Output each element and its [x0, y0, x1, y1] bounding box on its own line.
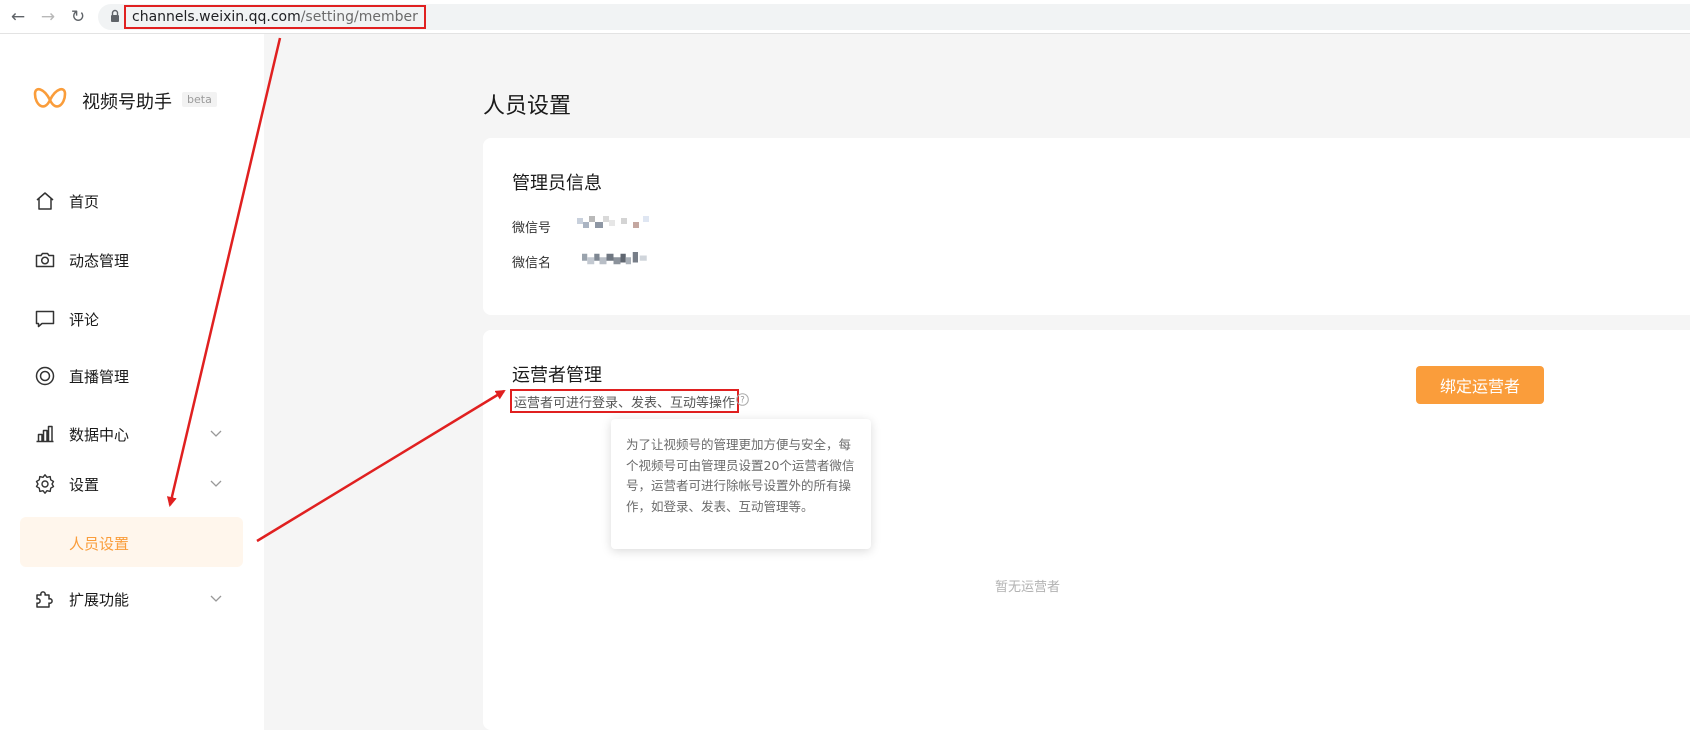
sidebar-item-home[interactable]: 首页	[0, 181, 264, 221]
admin-card-title: 管理员信息	[512, 173, 602, 194]
wechat-id-pixelated	[577, 216, 649, 228]
empty-state-text: 暂无运营者	[995, 580, 1061, 595]
admin-info-card: 管理员信息 微信号 微信名	[483, 138, 1690, 315]
sidebar-item-extensions[interactable]: 扩展功能	[0, 579, 264, 619]
operator-description: 运营者可进行登录、发表、互动等操作	[510, 389, 740, 413]
page-title: 人员设置	[483, 94, 572, 119]
sidebar-item-member-settings[interactable]: 人员设置	[20, 517, 243, 567]
svg-text:?: ?	[740, 396, 745, 406]
home-icon	[36, 192, 54, 210]
chevron-down-icon	[210, 430, 222, 437]
chevron-down-icon	[210, 595, 222, 602]
sidebar-item-posts[interactable]: 动态管理	[0, 240, 264, 280]
sidebar-item-label: 设置	[69, 476, 100, 494]
operator-management-card: 运营者管理 运营者可进行登录、发表、互动等操作 ? 为了让视频号的管理更加方便与…	[483, 330, 1690, 730]
url-text[interactable]: channels.weixin.qq.com/setting/member	[124, 5, 426, 29]
sidebar-item-label: 首页	[69, 193, 100, 211]
browser-toolbar: ← → ↻ channels.weixin.qq.com/setting/mem…	[0, 0, 1690, 34]
wechat-name-pixelated	[582, 252, 647, 265]
url-host: channels.weixin.qq.com	[132, 9, 301, 25]
sidebar-item-label: 扩展功能	[69, 591, 130, 609]
annotation-arrow-right	[256, 389, 506, 543]
chevron-down-icon	[210, 480, 222, 487]
help-tooltip: 为了让视频号的管理更加方便与安全，每个视频号可由管理员设置20个运营者微信号，运…	[611, 419, 871, 549]
sidebar-item-data-center[interactable]: 数据中心	[0, 414, 264, 454]
camera-icon	[35, 252, 55, 268]
beta-badge: beta	[182, 92, 217, 107]
channels-logo-icon	[33, 87, 67, 108]
back-icon[interactable]: ←	[7, 6, 29, 28]
bind-operator-button[interactable]: 绑定运营者	[1416, 366, 1544, 404]
wechat-id-label: 微信号	[512, 221, 552, 236]
url-path: /setting/member	[300, 9, 418, 25]
sidebar-item-live[interactable]: 直播管理	[0, 356, 264, 396]
wechat-name-label: 微信名	[512, 256, 552, 271]
lock-icon	[111, 9, 119, 22]
operator-card-title: 运营者管理	[512, 365, 602, 386]
gear-icon	[35, 474, 55, 494]
live-icon	[35, 366, 55, 386]
sidebar-item-label: 动态管理	[69, 252, 130, 270]
sidebar-item-comments[interactable]: 评论	[0, 299, 264, 339]
brand-name: 视频号助手	[82, 92, 172, 113]
sidebar-item-label: 评论	[69, 311, 100, 329]
forward-icon[interactable]: →	[37, 6, 59, 28]
tooltip-text: 为了让视频号的管理更加方便与安全，每个视频号可由管理员设置20个运营者微信号，运…	[626, 437, 855, 514]
sidebar-item-settings[interactable]: 设置	[0, 464, 264, 504]
reload-icon[interactable]: ↻	[67, 6, 89, 28]
question-icon[interactable]: ?	[736, 393, 749, 406]
sidebar-item-label: 直播管理	[69, 368, 130, 386]
sidebar-item-label: 数据中心	[69, 426, 130, 444]
puzzle-icon	[36, 591, 53, 608]
sidebar-item-label: 人员设置	[69, 535, 130, 553]
comment-icon	[35, 310, 55, 328]
chart-icon	[36, 425, 54, 443]
